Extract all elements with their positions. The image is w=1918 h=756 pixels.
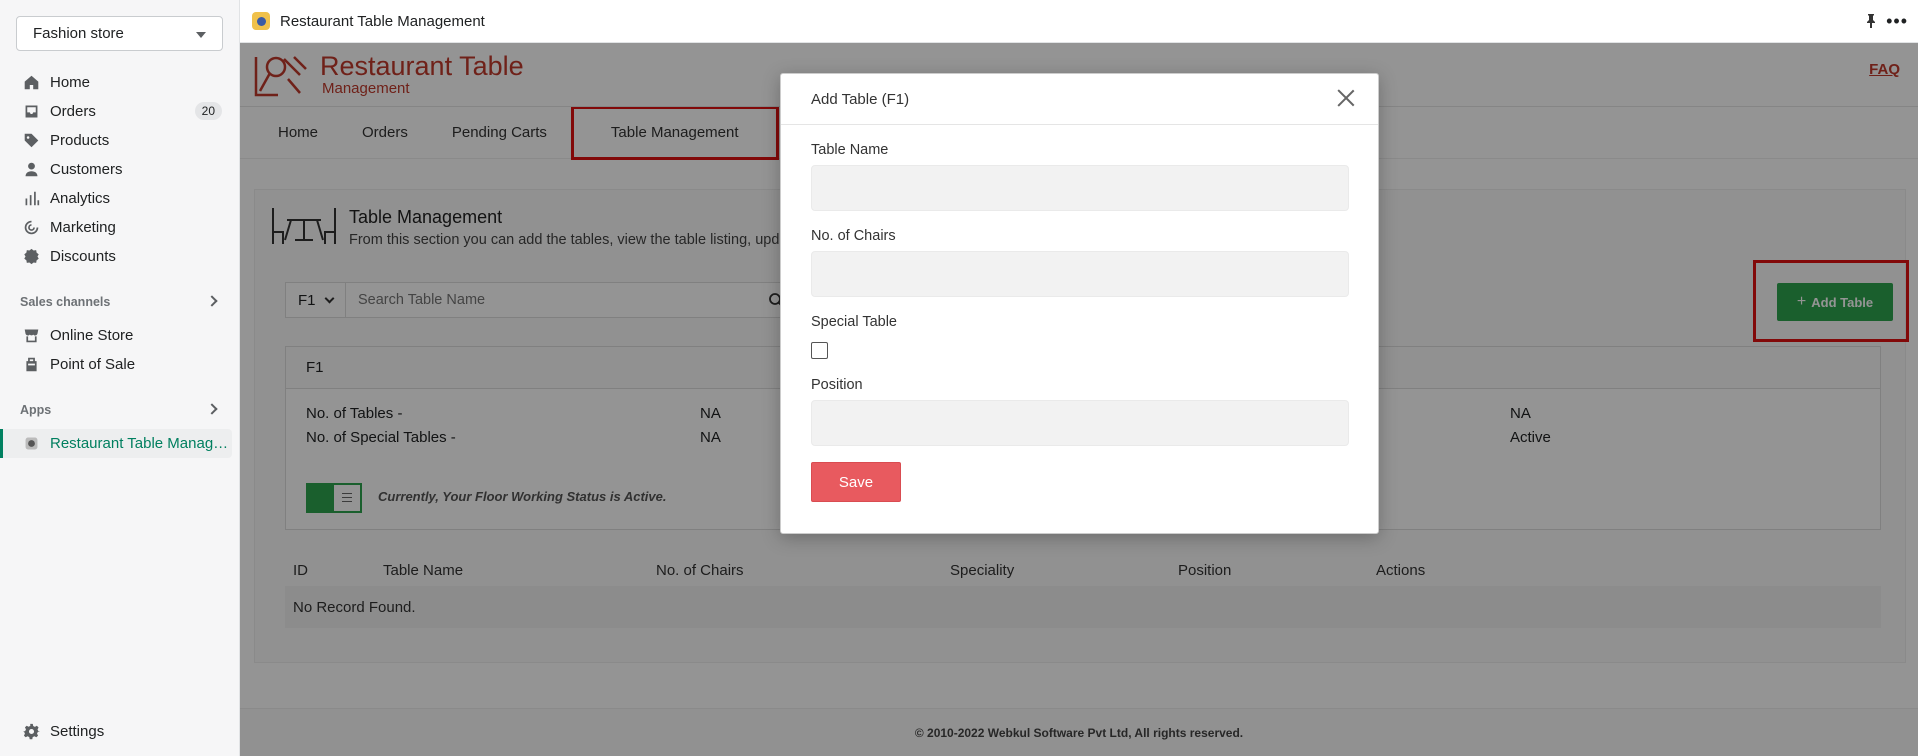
nav-item-marketing[interactable]: Marketing xyxy=(0,213,240,242)
orders-count-badge: 20 xyxy=(194,102,222,120)
nav-label: Discounts xyxy=(50,248,116,265)
nav-item-restaurant-app[interactable]: Restaurant Table Manag… xyxy=(0,429,232,458)
nav-item-settings[interactable]: Settings xyxy=(0,717,240,746)
close-icon[interactable] xyxy=(1336,88,1356,108)
caret-down-icon xyxy=(196,32,206,38)
app-title: Restaurant Table Management xyxy=(280,12,485,30)
tag-icon xyxy=(22,132,40,150)
section-label: Apps xyxy=(20,403,52,417)
nav-label: Home xyxy=(50,74,91,91)
app-logo-icon xyxy=(252,12,270,30)
nav-item-orders[interactable]: Orders 20 xyxy=(0,97,240,126)
nav-item-discounts[interactable]: Discounts xyxy=(0,242,240,271)
app-topbar: Restaurant Table Management ••• xyxy=(240,0,1918,43)
modal-header: Add Table (F1) xyxy=(781,74,1378,125)
modal-title: Add Table (F1) xyxy=(811,90,910,108)
chairs-label: No. of Chairs xyxy=(811,228,896,244)
nav-item-products[interactable]: Products xyxy=(0,126,240,155)
pos-icon xyxy=(22,356,40,374)
bar-chart-icon xyxy=(22,190,40,208)
nav-item-online-store[interactable]: Online Store xyxy=(0,321,240,350)
nav-label: Analytics xyxy=(50,190,111,207)
person-icon xyxy=(22,161,40,179)
apps-heading[interactable]: Apps xyxy=(0,391,240,429)
orders-icon xyxy=(22,103,40,121)
sales-channels-heading[interactable]: Sales channels xyxy=(0,283,240,321)
save-button[interactable]: Save xyxy=(811,462,901,502)
nav-label: Restaurant Table Manag… xyxy=(50,435,229,452)
position-input[interactable] xyxy=(811,400,1349,446)
nav-label: Point of Sale xyxy=(50,356,136,373)
store-icon xyxy=(22,327,40,345)
target-icon xyxy=(22,219,40,237)
settings-nav: Settings xyxy=(0,717,240,746)
home-icon xyxy=(22,74,40,92)
store-name: Fashion store xyxy=(33,25,124,42)
more-options-icon[interactable]: ••• xyxy=(1886,12,1908,30)
section-label: Sales channels xyxy=(20,295,111,309)
pin-icon[interactable] xyxy=(1864,13,1878,29)
nav-label: Marketing xyxy=(50,219,116,236)
special-table-label: Special Table xyxy=(811,314,897,330)
table-name-input[interactable] xyxy=(811,165,1349,211)
gear-icon xyxy=(22,723,40,741)
discount-icon xyxy=(22,248,40,266)
app-icon xyxy=(22,435,40,453)
position-label: Position xyxy=(811,377,863,393)
nav-item-point-of-sale[interactable]: Point of Sale xyxy=(0,350,240,379)
nav-label: Online Store xyxy=(50,327,134,344)
sidebar: Fashion store Home Orders 20 Products Cu… xyxy=(0,0,240,756)
store-selector[interactable]: Fashion store xyxy=(16,16,223,51)
chairs-input[interactable] xyxy=(811,251,1349,297)
table-name-label: Table Name xyxy=(811,142,889,158)
special-table-checkbox[interactable] xyxy=(811,342,828,359)
nav-item-home[interactable]: Home xyxy=(0,68,240,97)
nav-label: Settings xyxy=(50,723,105,740)
nav-item-customers[interactable]: Customers xyxy=(0,155,240,184)
add-table-modal: Add Table (F1) Table Name No. of Chairs … xyxy=(780,73,1379,534)
chevron-right-icon xyxy=(206,403,218,415)
chevron-right-icon xyxy=(206,295,218,307)
nav-label: Orders xyxy=(50,103,96,120)
nav-label: Customers xyxy=(50,161,123,178)
nav-item-analytics[interactable]: Analytics xyxy=(0,184,240,213)
nav-label: Products xyxy=(50,132,110,149)
main-nav: Home Orders 20 Products Customers Analyt… xyxy=(0,68,240,458)
